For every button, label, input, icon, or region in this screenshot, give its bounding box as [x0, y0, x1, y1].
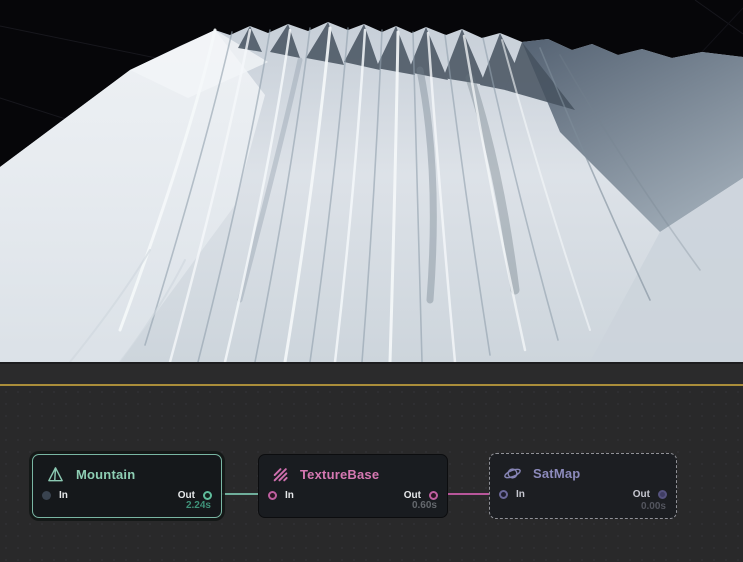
node-header: SatMap	[503, 463, 580, 483]
terrain-3d-viewport[interactable]	[0, 0, 743, 362]
cook-time: 2.24s	[185, 500, 211, 511]
port-in-dot[interactable]	[268, 490, 277, 500]
port-in[interactable]: In	[42, 487, 68, 503]
satmap-icon	[503, 464, 522, 483]
port-out-dot[interactable]	[429, 490, 438, 500]
port-in-dot[interactable]	[42, 490, 51, 500]
port-in-dot[interactable]	[499, 489, 508, 499]
terrain-render	[0, 0, 743, 362]
port-out-dot[interactable]	[203, 490, 212, 500]
port-in[interactable]: In	[268, 487, 294, 503]
pane-splitter[interactable]	[0, 362, 743, 386]
node-header: TextureBase	[272, 464, 379, 484]
node-title: SatMap	[533, 465, 581, 481]
node-texturebase[interactable]: TextureBase In Out 0.60s	[258, 454, 448, 518]
mountain-icon	[46, 465, 65, 484]
node-satmap[interactable]: SatMap In Out 0.00s	[489, 453, 677, 519]
node-header: Mountain	[46, 464, 135, 484]
node-title: TextureBase	[300, 466, 380, 482]
texture-icon	[272, 466, 289, 483]
port-out-dot[interactable]	[658, 489, 667, 499]
node-title: Mountain	[76, 466, 136, 482]
cook-time: 0.60s	[411, 500, 437, 511]
node-mountain[interactable]: Mountain In Out 2.24s	[32, 454, 222, 518]
port-out[interactable]: Out	[633, 486, 667, 502]
port-in[interactable]: In	[499, 486, 525, 502]
node-graph-canvas[interactable]: Mountain In Out 2.24s TextureBase In Out	[0, 386, 743, 562]
cook-time: 0.00s	[640, 501, 666, 512]
